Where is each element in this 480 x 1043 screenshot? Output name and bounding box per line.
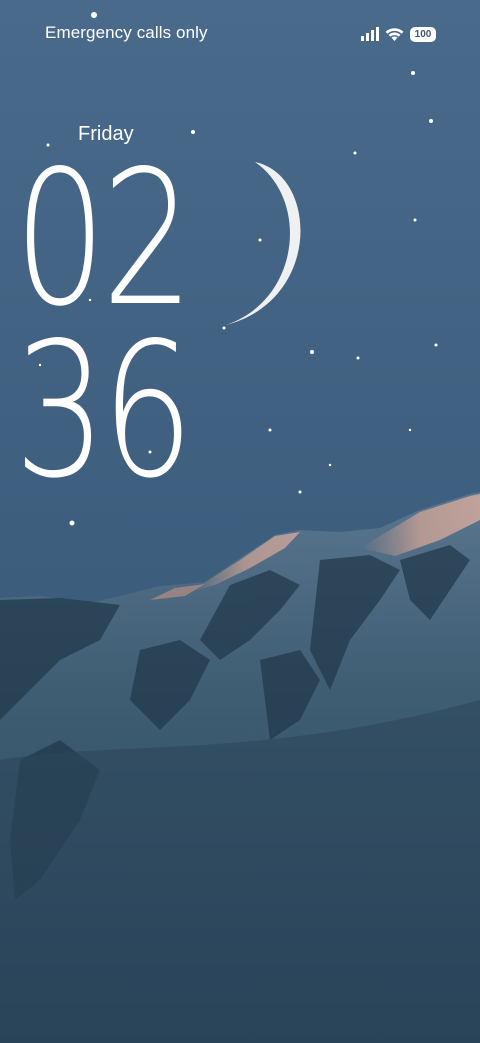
lock-screen: Emergency calls only 100 Friday 02 36 [0,0,480,1043]
signal-icon [361,27,379,41]
wifi-icon [385,27,404,41]
status-bar: Emergency calls only 100 [0,20,480,48]
clock-minutes: 36 [14,302,194,519]
status-icons: 100 [361,24,436,44]
battery-icon: 100 [410,26,436,42]
carrier-status-text: Emergency calls only [45,23,208,42]
